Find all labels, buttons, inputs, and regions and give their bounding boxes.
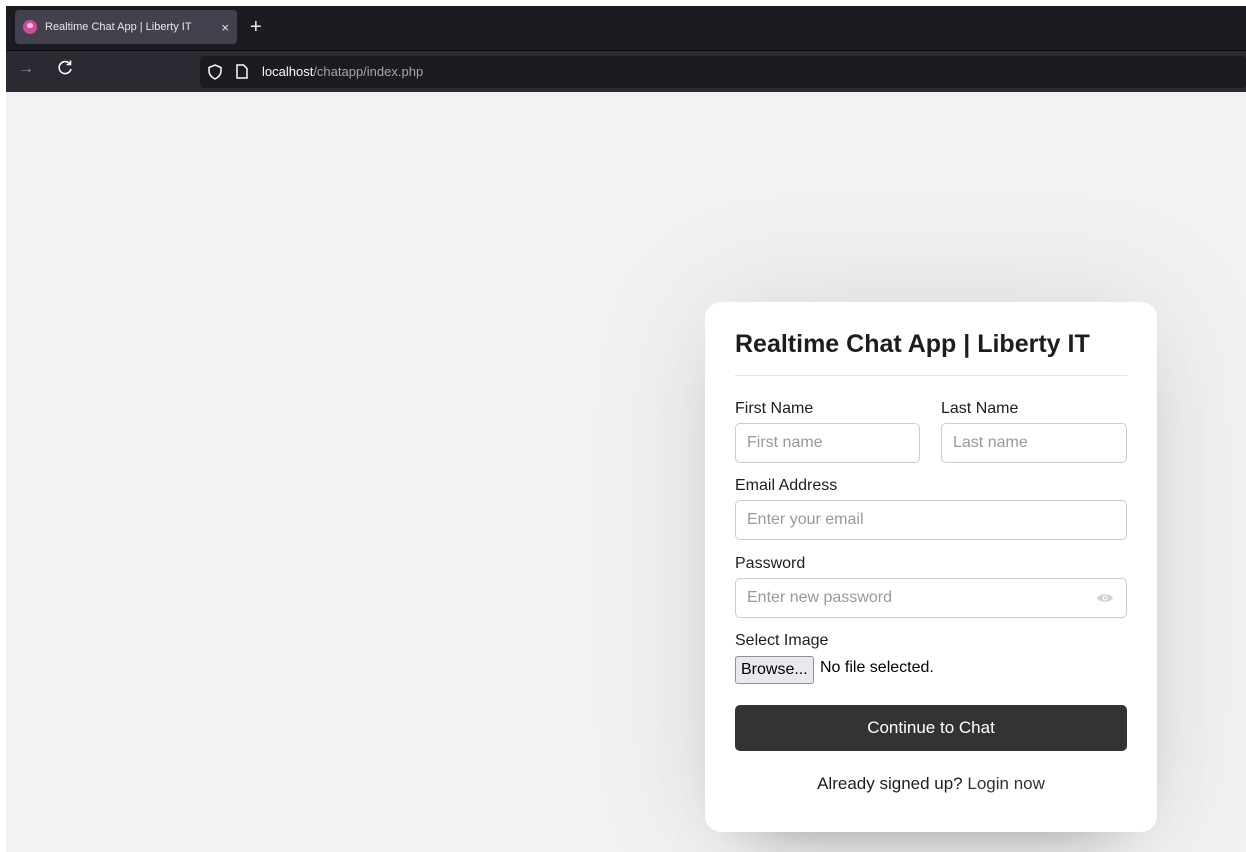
password-field[interactable]: Enter new password (735, 578, 1127, 618)
last-name-input[interactable]: Last name (941, 423, 1127, 463)
email-input[interactable]: Enter your email (735, 500, 1127, 540)
last-name-label: Last Name (941, 400, 1019, 417)
new-tab-button[interactable]: + (250, 16, 262, 38)
image-label: Select Image (735, 632, 829, 649)
login-prompt: Already signed up? Login now (735, 774, 1127, 794)
browse-button[interactable]: Browse... (735, 656, 814, 684)
first-name-label: First Name (735, 400, 814, 417)
form-title: Realtime Chat App | Liberty IT (735, 330, 1090, 358)
tab-title: Realtime Chat App | Liberty IT (45, 21, 192, 33)
close-tab-icon[interactable]: × (221, 21, 229, 34)
browser-window: Realtime Chat App | Liberty IT × + → loc… (6, 6, 1246, 852)
title-divider (735, 375, 1127, 376)
file-status: No file selected. (820, 659, 934, 676)
chat-favicon-icon (23, 20, 37, 34)
url-host: localhost (262, 64, 314, 79)
url-text: localhost/chatapp/index.php (262, 64, 423, 79)
tab-active[interactable]: Realtime Chat App | Liberty IT × (15, 10, 237, 44)
reload-icon[interactable] (56, 59, 74, 77)
password-label: Password (735, 555, 806, 572)
navigation-bar: → localhost/chatapp/index.php (6, 50, 1246, 92)
page-content: Realtime Chat App | Liberty IT First Nam… (6, 92, 1246, 852)
continue-to-chat-button[interactable]: Continue to Chat (735, 705, 1127, 751)
login-now-link[interactable]: Login now (967, 774, 1045, 793)
signup-card: Realtime Chat App | Liberty IT First Nam… (705, 302, 1157, 832)
already-signed-up-text: Already signed up? (817, 774, 963, 793)
forward-arrow-icon[interactable]: → (18, 60, 34, 78)
email-label: Email Address (735, 477, 838, 494)
url-path: /chatapp/index.php (313, 64, 424, 79)
first-name-input[interactable]: First name (735, 423, 920, 463)
eye-icon[interactable] (1096, 592, 1114, 604)
address-bar[interactable]: localhost/chatapp/index.php (200, 56, 1246, 88)
shield-icon[interactable] (208, 64, 222, 80)
password-input[interactable]: Enter new password (747, 589, 892, 606)
tab-bar: Realtime Chat App | Liberty IT × + (6, 6, 1246, 50)
page-icon[interactable] (236, 64, 248, 79)
